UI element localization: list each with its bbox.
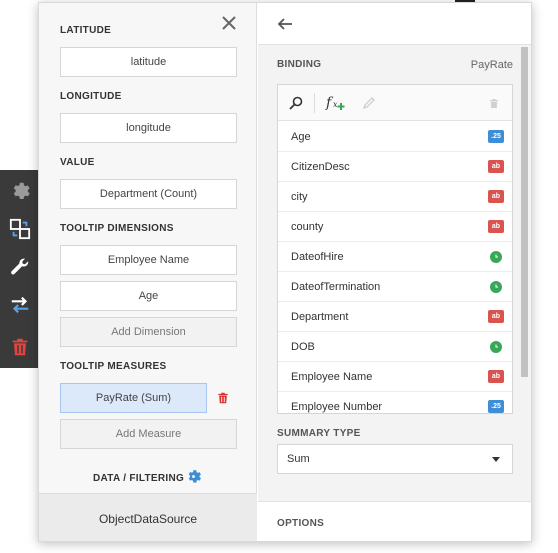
data-source-button[interactable]: ObjectDataSource [39,493,257,541]
summary-type-value: Sum [287,453,310,465]
chevron-down-icon [492,457,500,462]
tooltip-dimension-item[interactable]: Age [60,281,237,311]
field-list: fx Age .25 CitizenDesc ab city ab county ab … [277,84,513,414]
date-type-icon [490,340,502,353]
value-field[interactable]: Department (Count) [60,179,237,209]
date-type-icon [490,280,502,293]
latitude-field[interactable]: latitude [60,47,237,77]
longitude-field[interactable]: longitude [60,113,237,143]
delete-item-button[interactable] [0,328,40,366]
options-section[interactable]: OPTIONS [258,501,531,541]
list-item[interactable]: Employee Number .25 [278,392,512,413]
longitude-label: LONGITUDE [60,91,122,102]
list-item[interactable]: city ab [278,182,512,212]
value-label: VALUE [60,157,95,168]
trash-icon [490,98,498,108]
options-label: OPTIONS [277,518,325,529]
latitude-label: LATITUDE [60,25,112,36]
binding-icon [9,218,31,240]
add-measure-button[interactable]: Add Measure [60,419,237,449]
number-type-icon: .25 [488,130,504,143]
field-list-toolbar: fx [278,85,512,121]
function-add-icon: fx [325,95,345,111]
string-type-icon: ab [488,310,504,323]
gear-icon [13,182,30,199]
list-item[interactable]: DOB [278,332,512,362]
number-type-icon: .25 [488,400,504,413]
search-button[interactable] [287,94,305,112]
list-item[interactable]: DateofHire [278,242,512,272]
pencil-icon [362,97,375,110]
trash-icon [12,338,28,356]
scrollbar-thumb[interactable] [521,47,528,377]
tooltip-measures-label: TOOLTIP MEASURES [60,361,167,372]
binding-label: BINDING [277,59,322,70]
data-filtering-label: DATA / FILTERING [93,473,185,484]
edit-field-button[interactable] [360,94,378,112]
search-icon [289,96,303,110]
remove-measure-icon[interactable] [216,391,230,405]
binding-header [258,3,531,45]
close-icon[interactable] [221,15,237,31]
field-name: DOB [291,340,315,353]
back-arrow-icon[interactable] [276,15,294,33]
scrollbar[interactable] [519,47,530,507]
list-item[interactable]: county ab [278,212,512,242]
string-type-icon: ab [488,220,504,233]
data-items-column: LATITUDE latitude LONGITUDE longitude VA… [39,3,257,541]
wrench-button[interactable] [0,248,40,286]
string-type-icon: ab [488,190,504,203]
gear-icon[interactable] [185,468,202,485]
field-name: city [291,190,308,203]
list-item[interactable]: Age .25 [278,122,512,152]
field-name: CitizenDesc [291,160,350,173]
tooltip-dimension-item[interactable]: Employee Name [60,245,237,275]
toolbar-divider [314,93,315,113]
string-type-icon: ab [488,370,504,383]
date-type-icon [490,250,502,263]
summary-type-select[interactable]: Sum [277,444,513,474]
field-name: DateofTermination [291,280,381,293]
swap-icon [11,296,29,314]
settings-button[interactable] [0,172,40,210]
summary-type-label: SUMMARY TYPE [277,428,361,439]
item-toolbar [0,170,40,368]
binding-button[interactable] [0,210,40,248]
list-item[interactable]: Employee Name ab [278,362,512,392]
wrench-icon [11,258,29,275]
convert-button[interactable] [0,286,40,324]
binding-column: BINDING PayRate fx Age .25 CitizenDesc ab [258,3,531,541]
field-name: Employee Number [291,400,383,413]
add-dimension-button[interactable]: Add Dimension [60,317,237,347]
field-name: Age [291,130,311,143]
tooltip-dimensions-label: TOOLTIP DIMENSIONS [60,223,174,234]
string-type-icon: ab [488,160,504,173]
list-item[interactable]: Department ab [278,302,512,332]
svg-text:x: x [333,100,338,109]
field-name: Department [291,310,349,323]
field-name: county [291,220,324,233]
binding-value: PayRate [470,59,513,71]
field-name: Employee Name [291,370,373,383]
add-calculated-field-button[interactable]: fx [325,94,347,112]
list-item[interactable]: CitizenDesc ab [278,152,512,182]
binding-panel: LATITUDE latitude LONGITUDE longitude VA… [38,2,532,542]
delete-field-button[interactable] [485,94,503,112]
tooltip-measure-item[interactable]: PayRate (Sum) [60,383,207,413]
field-name: DateofHire [291,250,344,263]
list-item[interactable]: DateofTermination [278,272,512,302]
